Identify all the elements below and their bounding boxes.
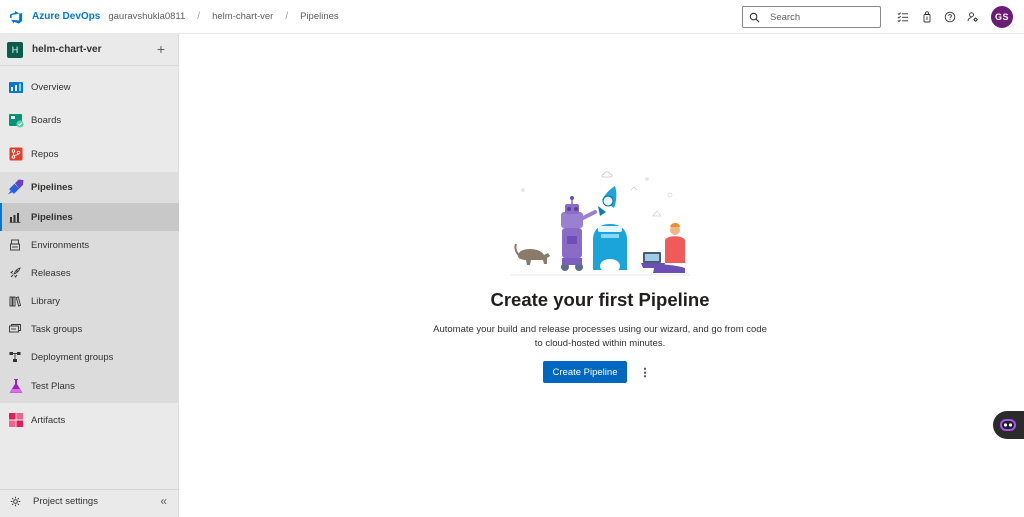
releases-icon [9, 267, 21, 279]
pipelines-icon [7, 179, 24, 196]
more-options-icon[interactable]: ⋮ [639, 364, 651, 380]
sidebar-subitem-pipelines[interactable]: Pipelines [0, 203, 179, 231]
sidebar-item-label: Test Plans [31, 380, 75, 392]
sidebar-subitem-label: Library [31, 295, 61, 307]
sidebar-subitem-releases[interactable]: Releases [0, 259, 179, 287]
breadcrumb-separator: / [285, 11, 289, 22]
search-box[interactable] [742, 6, 881, 28]
user-settings-icon[interactable] [966, 10, 980, 24]
top-bar: Azure DevOps gauravshukla0811 / helm-cha… [0, 0, 1024, 34]
sidebar-subitem-label: Task groups [31, 323, 83, 335]
search-input[interactable] [770, 11, 870, 23]
sidebar-item-test-plans[interactable]: Test Plans [0, 372, 179, 400]
avatar[interactable]: GS [991, 6, 1013, 28]
library-icon [9, 295, 21, 307]
test-plans-icon [7, 378, 24, 395]
pipelines-sub-icon [9, 211, 21, 223]
sidebar-item-label: Pipelines [31, 182, 73, 193]
breadcrumb-page[interactable]: Pipelines [300, 11, 339, 22]
project-settings-label: Project settings [33, 496, 98, 507]
breadcrumb-project[interactable]: helm-chart-ver [212, 11, 273, 22]
artifacts-icon [7, 412, 24, 429]
deployment-groups-icon [9, 351, 21, 363]
add-icon[interactable]: + [157, 41, 165, 57]
sidebar-subitem-label: Pipelines [31, 211, 73, 223]
sidebar-item-pipelines[interactable]: Pipelines [0, 172, 179, 203]
sidebar-subitem-label: Environments [31, 239, 90, 251]
project-badge: H [7, 41, 23, 58]
help-icon[interactable] [943, 10, 957, 24]
breadcrumb-organization[interactable]: gauravshukla0811 [108, 11, 185, 22]
sidebar-item-label: Boards [31, 114, 62, 126]
sidebar-subitem-label: Deployment groups [31, 351, 114, 363]
sidebar-item-boards[interactable]: Boards [0, 106, 179, 134]
sidebar-item-artifacts[interactable]: Artifacts [0, 406, 179, 434]
project-name[interactable]: helm-chart-ver [32, 44, 101, 55]
sidebar-subitem-label: Releases [31, 267, 71, 279]
create-pipeline-button[interactable]: Create Pipeline [543, 361, 627, 383]
environments-icon [9, 239, 21, 251]
sidebar-subitem-library[interactable]: Library [0, 287, 179, 315]
repos-icon [7, 146, 24, 163]
page-title: Create your first Pipeline [490, 289, 710, 310]
sidebar-item-label: Repos [31, 148, 59, 160]
marketplace-bag-icon[interactable] [920, 10, 934, 24]
collapse-sidebar-icon[interactable]: « [160, 494, 167, 508]
sidebar-item-repos[interactable]: Repos [0, 140, 179, 168]
project-header[interactable]: H helm-chart-ver + [0, 34, 178, 66]
sidebar-item-overview[interactable]: Overview [0, 73, 179, 101]
sidebar-subitem-environments[interactable]: Environments [0, 231, 179, 259]
boards-icon [7, 112, 24, 129]
sidebar-item-label: Artifacts [31, 414, 66, 426]
task-list-icon[interactable] [896, 10, 910, 24]
sidebar-item-label: Overview [31, 81, 71, 93]
pipeline-hero-illustration [510, 171, 690, 276]
sidebar-subitem-deployment-groups[interactable]: Deployment groups [0, 343, 179, 371]
brand-name[interactable]: Azure DevOps [32, 11, 100, 22]
assistant-bot-widget[interactable] [993, 411, 1024, 439]
search-icon [749, 12, 760, 22]
bot-icon [1000, 419, 1016, 431]
sidebar: H helm-chart-ver + Overview Boards Repos… [0, 34, 179, 517]
gear-icon [10, 496, 21, 507]
brand[interactable]: Azure DevOps [9, 10, 100, 24]
sidebar-subitem-task-groups[interactable]: Task groups [0, 315, 179, 343]
breadcrumb-separator: / [197, 11, 201, 22]
project-settings[interactable]: Project settings « [0, 489, 179, 513]
azure-devops-logo-icon [9, 10, 23, 24]
page-description: Automate your build and release processe… [433, 324, 767, 349]
task-groups-icon [9, 323, 21, 335]
overview-icon [7, 79, 24, 96]
